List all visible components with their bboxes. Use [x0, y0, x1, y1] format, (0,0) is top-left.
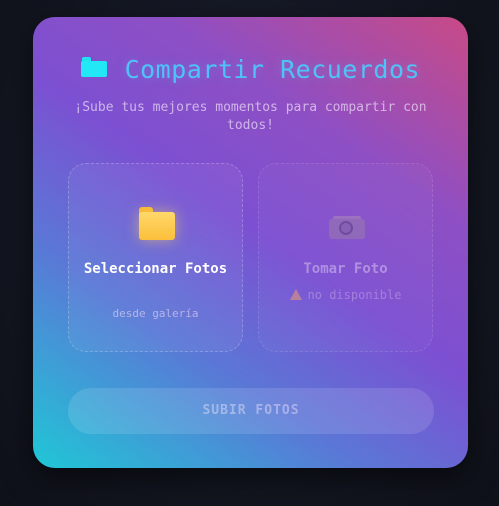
folder-icon	[80, 56, 107, 77]
upload-card: Compartir Recuerdos ¡Sube tus mejores mo…	[33, 17, 468, 468]
unavailable-notice: no disponible	[259, 288, 432, 302]
select-photos-subtitle: desde galería	[112, 307, 199, 320]
take-photo-option: Tomar Foto no disponible	[258, 163, 433, 352]
folder-icon	[139, 207, 175, 241]
warning-icon	[289, 289, 302, 300]
unavailable-text: no disponible	[307, 288, 402, 302]
upload-photos-button[interactable]: SUBIR FOTOS	[68, 388, 434, 434]
take-photo-title: Tomar Foto	[303, 261, 388, 277]
select-photos-title: Seleccionar Fotos	[83, 261, 228, 277]
header: Compartir Recuerdos	[33, 55, 468, 84]
select-photos-option[interactable]: Seleccionar Fotos desde galería	[68, 163, 243, 352]
camera-icon	[329, 216, 365, 240]
page-title: Compartir Recuerdos	[124, 55, 421, 84]
page-subtitle: ¡Sube tus mejores momentos para comparti…	[74, 100, 427, 133]
